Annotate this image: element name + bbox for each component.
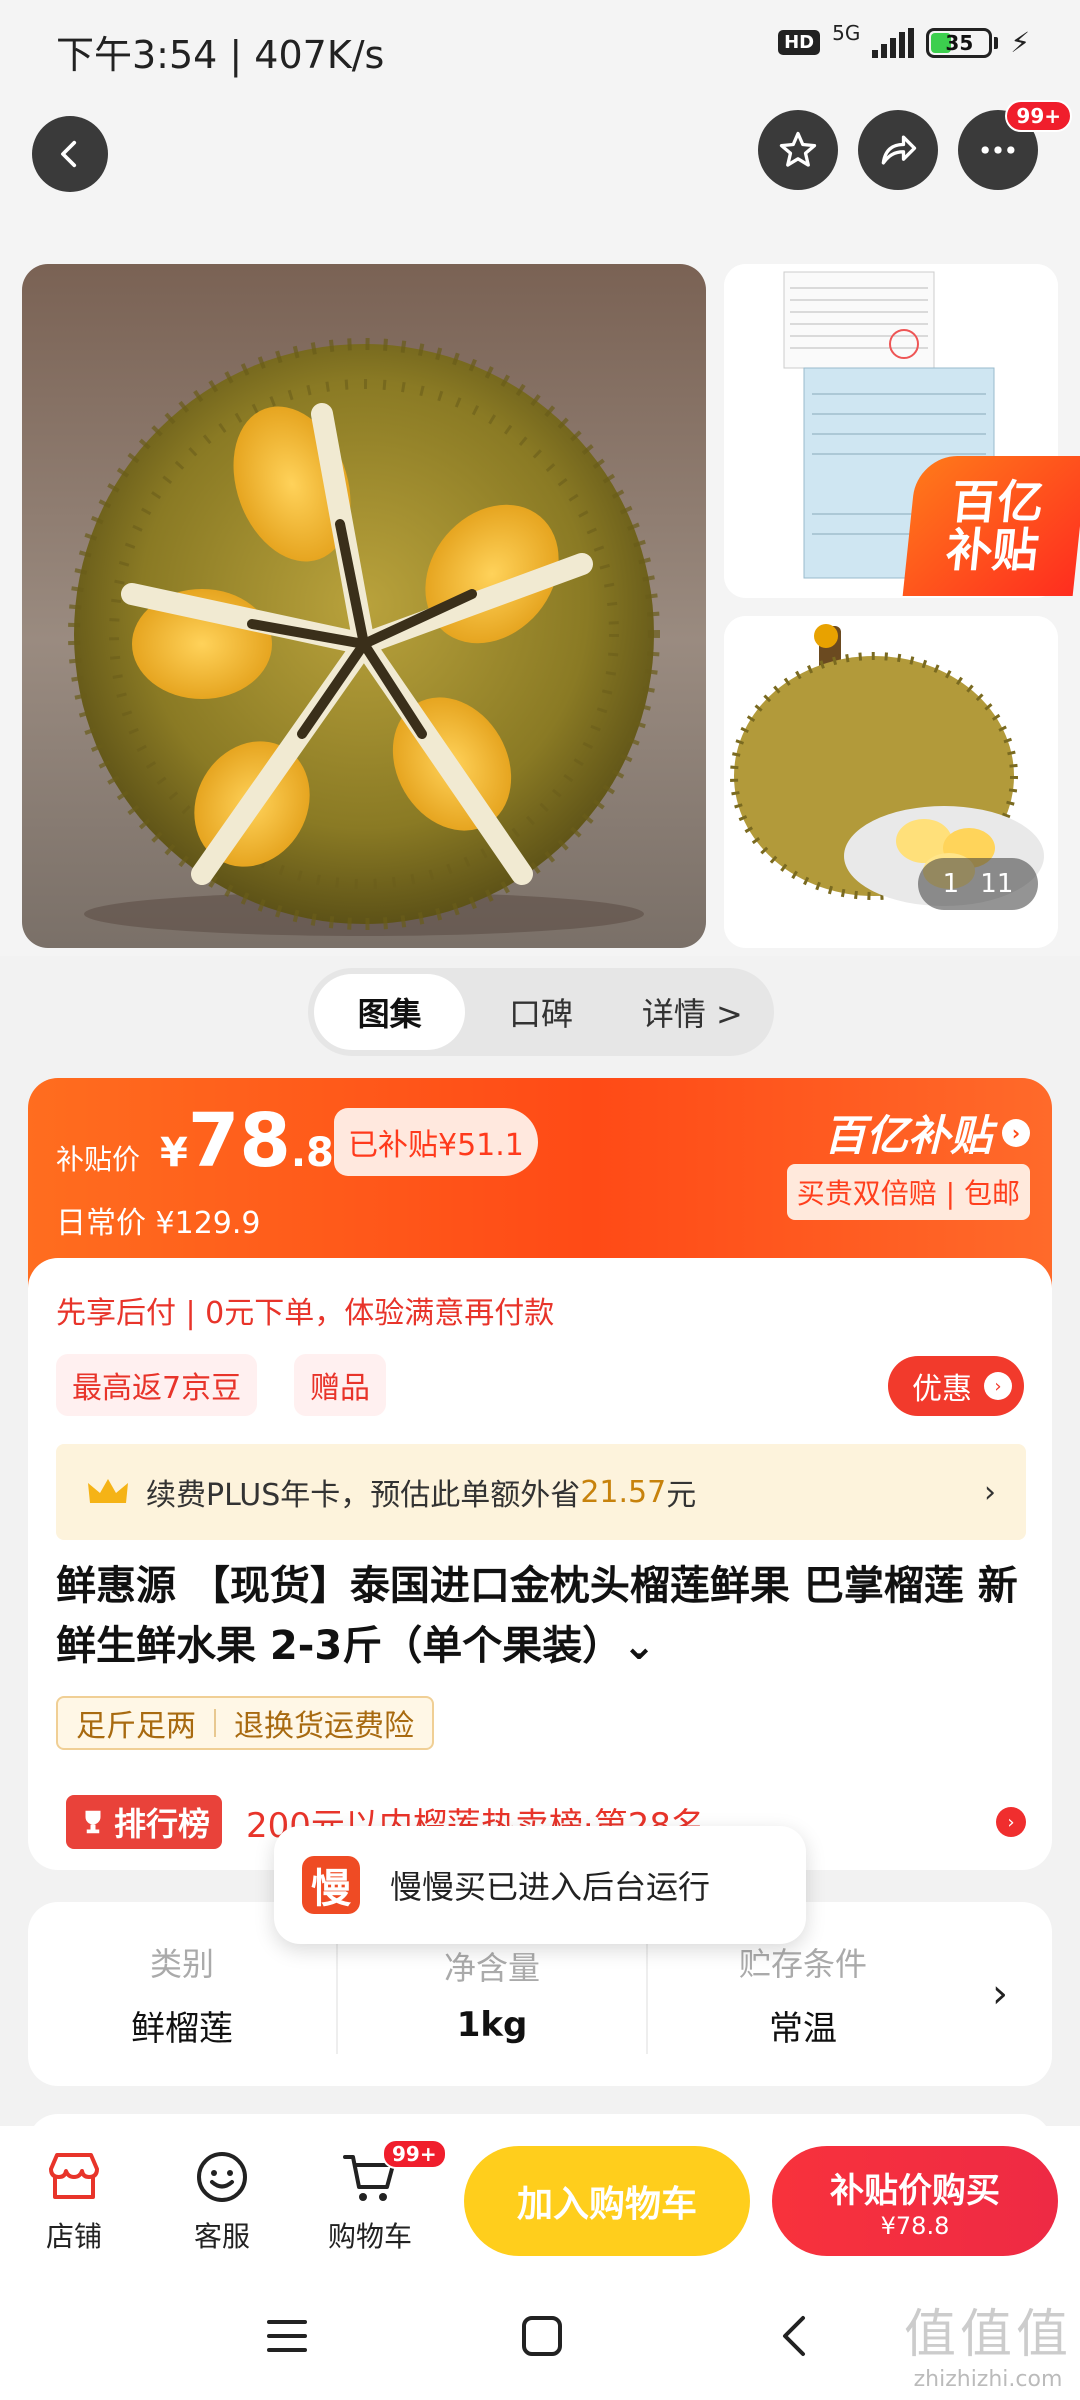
chat-face-icon [192, 2147, 252, 2207]
gift-tag: 赠品 [294, 1354, 386, 1416]
spec-net-weight: 净含量 1kg [338, 1934, 648, 2054]
cart-badge: 99+ [382, 2139, 447, 2169]
watermark-logo: 值值值 [903, 2305, 1072, 2365]
buy-now-label: 补贴价购买 [830, 2170, 1000, 2211]
customer-service-label: 客服 [193, 2220, 250, 2253]
spec-label: 净含量 [443, 1949, 540, 1987]
detail-tabs: 图集 口碑 详情 > [308, 968, 774, 1056]
spec-label: 贮存条件 [738, 1944, 867, 1983]
price-guarantee: 买贵双倍赔 | 包邮 [786, 1164, 1030, 1220]
store-button[interactable]: 店铺 [0, 2147, 148, 2255]
background-toast: 慢 慢慢买已进入后台运行 [274, 1826, 806, 1944]
chevron-right-icon: › [984, 1372, 1012, 1400]
product-info-card: 先享后付 | 0元下单，体验满意再付款 最高返7京豆 赠品 优惠 › 续费PLU… [28, 1258, 1052, 1870]
toast-text: 慢慢买已进入后台运行 [390, 1868, 711, 1906]
chevron-right-icon: › [996, 1807, 1026, 1837]
trophy-icon [85, 1810, 101, 1834]
brand-subsidy-link[interactable]: 百亿补贴 › [824, 1102, 1030, 1163]
back-arrow-icon [61, 140, 77, 168]
network-label: 5G [832, 20, 861, 45]
image-counter-current: 1 [942, 869, 960, 899]
plus-membership-bar[interactable]: 续费PLUS年卡，预估此单额外省 21.57 元 › [56, 1444, 1026, 1540]
home-icon[interactable] [520, 2314, 564, 2362]
battery-level: 35 [945, 30, 974, 55]
spec-value: 常温 [769, 2008, 837, 2049]
status-time: 下午3:54 | 407K/s [56, 33, 385, 77]
tab-gallery[interactable]: 图集 [314, 974, 466, 1050]
app-logo-icon: 慢 [302, 1856, 360, 1914]
battery-tip [994, 36, 999, 49]
battery-icon: 35 [926, 27, 993, 58]
subsidy-corner-line2: 补贴 [943, 523, 1042, 577]
product-title[interactable]: 鲜惠源 【现货】泰国进口金枕头榴莲鲜果 巴掌榴莲 新鲜生鲜水果 2-3斤（单个果… [56, 1556, 1036, 1676]
more-dots-icon [981, 146, 1015, 154]
durian-image [68, 338, 660, 936]
image-counter: 1 11 [918, 858, 1038, 910]
watermark: 值值值 zhizhizhi.com [904, 2292, 1072, 2392]
spec-value: 1kg [456, 2005, 528, 2045]
chevron-right-icon: › [984, 1474, 996, 1510]
subsidy-corner-line1: 百亿 [948, 474, 1047, 529]
buy-now-button[interactable]: 补贴价购买 ¥78.8 [772, 2146, 1058, 2256]
charging-icon: ⚡ [1010, 26, 1030, 59]
cart-button[interactable]: 99+ 购物车 [296, 2139, 447, 2255]
watermark-url: zhizhizhi.com [913, 2367, 1063, 2392]
spec-category: 类别 鲜榴莲 [28, 1934, 338, 2054]
status-bar: 下午3:54 | 407K/s HD 5G 35 ⚡ [0, 0, 1080, 96]
subsidy-corner-badge: 百亿 补贴 [902, 456, 1080, 596]
cart-label: 购物车 [327, 2220, 412, 2253]
plus-text: 续费PLUS年卡，预估此单额外省 [146, 1478, 581, 1513]
ranking-badge-label: 排行榜 [114, 1805, 211, 1843]
promotion-button[interactable]: 优惠 › [888, 1356, 1024, 1416]
add-to-cart-button[interactable]: 加入购物车 [464, 2146, 750, 2256]
service-tag-weight: 足斤足两 [76, 1709, 196, 1744]
store-icon [44, 2147, 104, 2207]
price-integer: 78 [187, 1098, 291, 1184]
subsidy-price: ¥78.8 [160, 1098, 334, 1184]
hd-badge: HD [778, 30, 821, 55]
brand-subsidy-label: 百亿补贴 [823, 1111, 992, 1160]
crown-icon [88, 1479, 128, 1503]
menu-icon[interactable] [265, 2316, 309, 2360]
share-icon [881, 135, 917, 165]
price-decimal: .8 [290, 1130, 334, 1176]
buy-now-price: ¥78.8 [880, 2211, 950, 2240]
tab-details[interactable]: 详情 > [617, 974, 768, 1050]
subsidized-amount: 已补贴¥51.1 [334, 1108, 538, 1176]
price-currency: ¥ [160, 1130, 188, 1176]
more-badge: 99+ [1005, 100, 1072, 132]
spec-storage: 贮存条件 常温 [648, 1934, 958, 2054]
daily-price: 日常价 ¥129.9 [56, 1206, 261, 1241]
store-label: 店铺 [45, 2220, 102, 2253]
spec-value: 鲜榴莲 [131, 2008, 233, 2049]
bottom-action-bar: 店铺 客服 99+ 购物车 加入购物车 补贴价购买 ¥78.8 [0, 2126, 1080, 2276]
status-icons: HD 5G 35 ⚡ [778, 21, 1030, 59]
signal-icon [872, 27, 915, 58]
promotion-label: 优惠 [912, 1372, 972, 1407]
back-nav-icon[interactable] [775, 2314, 815, 2362]
tab-reviews[interactable]: 口碑 [465, 974, 616, 1050]
spec-label: 类别 [149, 1944, 214, 1983]
price-label: 补贴价 [56, 1143, 141, 1176]
plus-unit: 元 [666, 1478, 697, 1513]
favorite-button[interactable] [758, 110, 838, 190]
service-tag-return-insurance: 退换货运费险 [234, 1709, 414, 1744]
chevron-right-icon: › [1002, 1118, 1030, 1147]
chevron-right-icon[interactable]: › [992, 1971, 1008, 2017]
main-product-image[interactable] [22, 264, 706, 948]
plus-amount: 21.57 [580, 1474, 667, 1510]
star-icon [779, 131, 817, 167]
image-counter-total: 11 [980, 869, 1014, 899]
image-gallery: 百亿 补贴 1 11 [0, 246, 1080, 956]
share-button[interactable] [858, 110, 938, 190]
ranking-badge: 排行榜 [66, 1795, 223, 1849]
service-tags[interactable]: 足斤足两 退换货运费险 [56, 1696, 434, 1750]
back-button[interactable] [32, 116, 108, 192]
top-nav: 99+ [0, 96, 1080, 246]
customer-service-button[interactable]: 客服 [148, 2147, 296, 2255]
jingdou-tag: 最高返7京豆 [56, 1354, 258, 1416]
pay-later-notice[interactable]: 先享后付 | 0元下单，体验满意再付款 [56, 1288, 554, 1332]
more-button[interactable]: 99+ [958, 100, 1072, 190]
